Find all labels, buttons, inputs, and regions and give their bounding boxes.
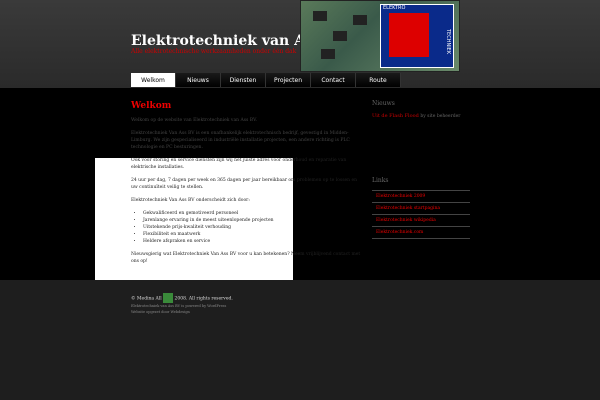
nav-item-welkom[interactable]: Welkom [131, 73, 176, 87]
page: Elektrotechniek van Ass BV Alle elektrot… [0, 0, 600, 400]
site-tagline: Alle elektrotechnische werkzaamheden ond… [131, 48, 297, 55]
sidebar-link[interactable]: Elektrotechniek 2009 [372, 190, 470, 202]
sidebar-links: Elektrotechniek 2009 Elektrotechniek sta… [372, 190, 470, 239]
logo-text-side: TECHNIEK [445, 29, 451, 55]
feature-list: Gekwalificeerd en gemotiveerd personeel … [131, 210, 361, 245]
list-item: Uitstekende prijs-kwaliteit verhouding [143, 224, 361, 231]
paragraph-5: Nieuwsgierig wat Elektrotechniek Van Ass… [131, 252, 361, 264]
main-nav: Welkom Nieuws Diensten Projecten Contact… [131, 73, 401, 87]
main-content: Welkom Welkom op de website van Elektrot… [131, 100, 361, 271]
news-author: by site beheerder [420, 114, 461, 119]
chip-graphic [353, 15, 367, 25]
nav-item-nieuws[interactable]: Nieuws [176, 73, 221, 87]
sidebar-links-heading: Links [372, 177, 389, 184]
logo-mark [389, 13, 429, 57]
list-item: Flexibiliteit en maatwerk [143, 231, 361, 238]
header-image: ELEKTRO TECHNIEK [300, 0, 460, 72]
footer-credit[interactable]: Website opgezet door Webdesign [131, 309, 233, 315]
nav-item-projecten[interactable]: Projecten [266, 73, 311, 87]
sidebar-news-heading: Nieuws [372, 100, 395, 107]
logo-text-top: ELEKTRO [383, 5, 406, 11]
intro-text: Welkom op de website van Elektrotechniek… [131, 118, 257, 123]
nav-item-diensten[interactable]: Diensten [221, 73, 266, 87]
footer-copyright: © Medina All 2008. All rights reserved. [131, 293, 233, 303]
sidebar-link[interactable]: Elektrotechniek startpagina [372, 202, 470, 214]
sidebar-link[interactable]: Elektrotechniek wikipedia [372, 214, 470, 226]
list-item: Jarenlange ervaring in de meest uiteenlo… [143, 217, 361, 224]
copyright-text: © Medina All [131, 296, 162, 302]
paragraph-3: 24 uur per dag, 7 dagen per week en 365 … [131, 178, 358, 190]
sidebar: Nieuws Uit de Flash Flood by site beheer… [372, 100, 470, 239]
header: Elektrotechniek van Ass BV Alle elektrot… [0, 0, 600, 88]
footer: © Medina All 2008. All rights reserved. … [131, 293, 233, 315]
paragraph-4: Elektrotechniek Van Ass BV onderscheidt … [131, 198, 250, 203]
rights-text: 2008. All rights reserved. [174, 296, 233, 302]
footer-badge-icon [163, 293, 174, 303]
page-title: Welkom [131, 101, 172, 111]
list-item: Heldere afspraken en service [143, 238, 361, 245]
nav-item-contact[interactable]: Contact [311, 73, 356, 87]
paragraph-1: Elektrotechniek Van Ass BV is een onafha… [131, 131, 350, 150]
chip-graphic [313, 11, 327, 21]
sidebar-link[interactable]: Elektrotechniek.com [372, 226, 470, 239]
company-logo: ELEKTRO TECHNIEK [380, 4, 454, 68]
chip-graphic [333, 31, 347, 41]
list-item: Gekwalificeerd en gemotiveerd personeel [143, 210, 361, 217]
news-link[interactable]: Uit de Flash Flood [372, 113, 419, 119]
nav-item-route[interactable]: Route [356, 73, 401, 87]
chip-graphic [321, 49, 335, 59]
paragraph-2: Ook voor storing en service diensten zij… [131, 158, 347, 170]
sidebar-news-item: Uit de Flash Flood by site beheerder [372, 113, 470, 119]
